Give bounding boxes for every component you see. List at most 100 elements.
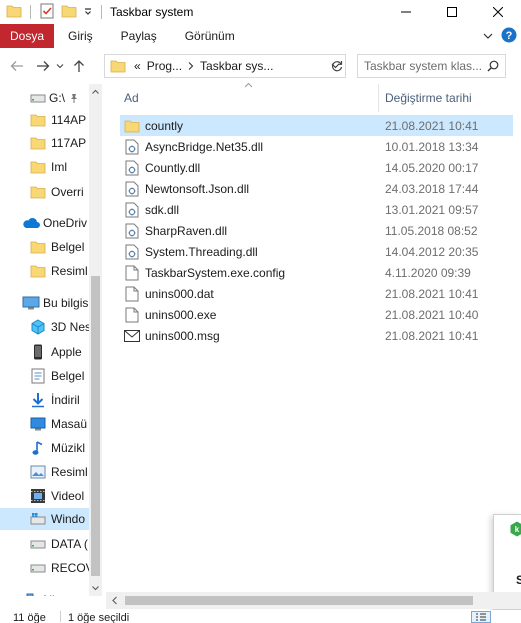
up-button[interactable] — [68, 54, 90, 78]
folder-icon — [30, 113, 46, 127]
close-button[interactable] — [475, 0, 521, 24]
sort-ascending-icon — [244, 82, 253, 88]
file-date: 21.08.2021 10:41 — [385, 286, 479, 301]
folder-icon[interactable] — [6, 4, 22, 21]
column-date-modified[interactable]: Değiştirme tarihi — [385, 91, 472, 105]
tab-file[interactable]: Dosya — [0, 24, 54, 48]
toolbar-divider — [101, 5, 102, 19]
file-name: Countly.dll — [145, 160, 201, 175]
file-row[interactable]: SharpRaven.dll 11.05.2018 08:52 — [120, 220, 513, 241]
search-icon[interactable] — [487, 60, 499, 72]
search-input[interactable] — [364, 59, 484, 73]
chevron-right-icon — [188, 62, 194, 70]
refresh-button[interactable] — [326, 54, 348, 78]
toolbar-divider — [30, 5, 31, 19]
iphone-icon — [30, 344, 46, 360]
address-bar[interactable]: « Prog... Taskbar sys... — [104, 54, 346, 78]
recent-locations-button[interactable] — [54, 54, 66, 78]
drive-icon — [30, 538, 46, 550]
music-icon — [30, 440, 46, 456]
column-name[interactable]: Ad — [124, 91, 139, 105]
nav-label: Apple — [51, 345, 82, 359]
file-row[interactable]: Countly.dll 14.05.2020 00:17 — [120, 157, 513, 178]
dll-icon — [124, 244, 140, 260]
new-folder-icon[interactable] — [61, 4, 77, 21]
column-divider[interactable] — [378, 84, 379, 112]
file-date: 4.11.2020 09:39 — [385, 265, 471, 280]
details-view-icon[interactable] — [471, 611, 491, 623]
nav-label: İndiril — [51, 393, 80, 407]
windows-drive-icon — [30, 512, 46, 526]
app-logo-icon: k — [509, 521, 521, 537]
dll-icon — [124, 223, 140, 239]
file-date: 21.08.2021 10:40 — [385, 307, 479, 322]
nav-scroll-thumb[interactable] — [91, 276, 100, 576]
nav-label: Windo — [51, 512, 86, 526]
drive-icon — [30, 92, 46, 104]
file-name: sdk.dll — [145, 202, 180, 217]
file-row[interactable]: System.Threading.dll 14.04.2012 20:35 — [120, 241, 513, 262]
tab-home[interactable]: Giriş — [54, 24, 107, 48]
folder-icon — [30, 185, 46, 199]
breadcrumb-overflow[interactable]: « — [134, 59, 141, 73]
file-date: 21.08.2021 10:41 — [385, 328, 479, 343]
file-name: unins000.dat — [145, 286, 214, 301]
breadcrumb-item[interactable]: Prog... — [147, 59, 182, 73]
file-date: 14.04.2012 20:35 — [385, 244, 479, 259]
nav-label: Resiml — [51, 264, 88, 278]
back-button[interactable] — [6, 54, 28, 78]
ribbon-tabs: Dosya Giriş Paylaş Görünüm ? — [0, 24, 521, 48]
file-row[interactable]: unins000.msg 21.08.2021 10:41 — [120, 325, 513, 346]
file-icon — [124, 307, 140, 323]
notification-text: S — [516, 573, 521, 587]
properties-icon[interactable] — [39, 3, 55, 22]
file-row[interactable]: Newtonsoft.Json.dll 24.03.2018 17:44 — [120, 178, 513, 199]
nav-label: Videol — [51, 489, 85, 503]
file-date: 21.08.2021 10:41 — [385, 118, 479, 133]
nav-label: Masaü — [51, 417, 88, 431]
nav-label: DATA ( — [51, 537, 88, 551]
search-box[interactable] — [357, 54, 506, 78]
tab-share[interactable]: Paylaş — [107, 24, 171, 48]
file-date: 13.01.2021 09:57 — [385, 202, 479, 217]
selection-count: 1 öğe seçildi — [68, 612, 130, 623]
file-row[interactable]: unins000.dat 21.08.2021 10:41 — [120, 283, 513, 304]
file-row[interactable]: sdk.dll 13.01.2021 09:57 — [120, 199, 513, 220]
title-bar: Taskbar system — [0, 0, 521, 24]
pin-icon — [69, 93, 79, 103]
dll-icon — [124, 160, 140, 176]
horizontal-scrollbar[interactable] — [106, 592, 521, 609]
minimize-button[interactable] — [383, 0, 429, 24]
file-date: 10.01.2018 13:34 — [385, 139, 479, 154]
nav-label: Ağ — [41, 593, 56, 596]
file-name: AsyncBridge.Net35.dll — [145, 139, 264, 154]
tab-view[interactable]: Görünüm — [171, 24, 249, 48]
dll-icon — [124, 202, 140, 218]
file-row[interactable]: unins000.exe 21.08.2021 10:40 — [120, 304, 513, 325]
file-row[interactable]: AsyncBridge.Net35.dll 10.01.2018 13:34 — [120, 136, 513, 157]
computer-icon — [22, 296, 40, 310]
nav-label: Resiml — [51, 465, 88, 479]
file-date: 24.03.2018 17:44 — [385, 181, 479, 196]
window-controls — [383, 0, 521, 24]
file-icon — [124, 265, 140, 281]
file-row[interactable]: TaskbarSystem.exe.config 4.11.2020 09:39 — [120, 262, 513, 283]
expand-ribbon-icon[interactable] — [483, 29, 493, 43]
ribbon-controls: ? — [483, 24, 517, 48]
forward-button[interactable] — [32, 54, 54, 78]
maximize-button[interactable] — [429, 0, 475, 24]
help-icon[interactable]: ? — [501, 27, 517, 46]
file-row-countly[interactable]: countly 21.08.2021 10:41 — [120, 115, 513, 136]
file-date: 11.05.2018 08:52 — [385, 223, 478, 238]
folder-icon — [30, 160, 46, 174]
navigation-pane: G:\ 114AP 117AP Iml Overri OneDriv Belge… — [0, 84, 103, 596]
customize-dropdown-icon[interactable] — [83, 5, 93, 19]
breadcrumb-item[interactable]: Taskbar sys... — [200, 59, 273, 73]
horizontal-scroll-thumb[interactable] — [125, 596, 473, 605]
videos-icon — [30, 488, 46, 504]
quick-access-toolbar — [0, 0, 104, 24]
nav-item-windows-drive[interactable]: Windo — [0, 508, 89, 530]
folder-icon — [30, 264, 46, 278]
svg-text:?: ? — [506, 30, 513, 42]
nav-label: 3D Nes — [51, 320, 92, 334]
